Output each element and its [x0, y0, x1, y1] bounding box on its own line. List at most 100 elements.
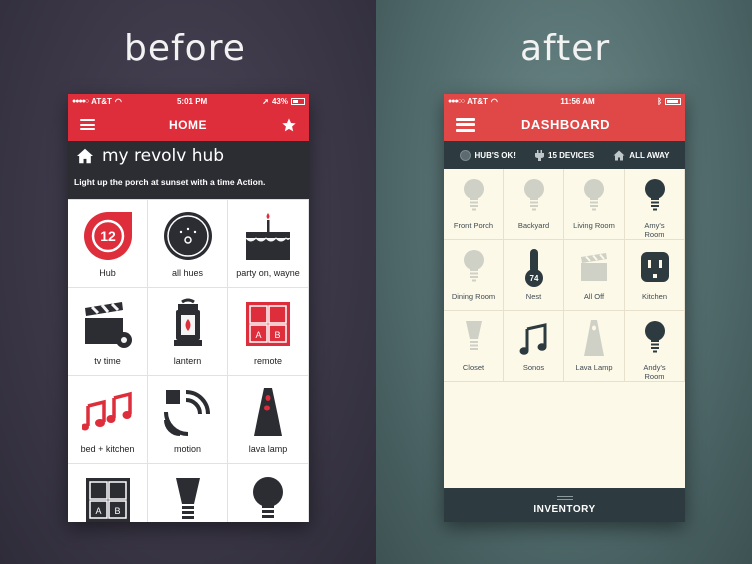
device-tile[interactable]: Kitchen: [625, 240, 685, 311]
bulb-icon: [463, 179, 484, 211]
grid-item-remote-2[interactable]: AB: [68, 464, 148, 522]
cake-icon: [245, 213, 291, 260]
hub-status-label: HUB'S OK!: [474, 150, 516, 160]
bulb-icon: [584, 179, 604, 211]
menu-button[interactable]: [456, 117, 475, 132]
device-label: Dining Room: [451, 292, 496, 301]
hub-header[interactable]: my revolv hub: [68, 141, 309, 171]
device-tile[interactable]: Andy's Room: [625, 311, 685, 382]
carrier-label: AT&T: [91, 96, 112, 106]
device-tile[interactable]: Closet: [444, 311, 504, 382]
grid-item-bulb[interactable]: [228, 464, 309, 522]
remote-icon: AB: [85, 478, 130, 522]
led-bulb-icon: [465, 321, 482, 350]
grid-item-remote[interactable]: AB remote: [228, 288, 309, 376]
grid-item-label: party on, wayne: [236, 268, 300, 278]
grid-item-lantern[interactable]: lantern: [148, 288, 228, 376]
wifi-icon: ◠: [490, 96, 498, 106]
before-heading: before: [124, 28, 246, 69]
device-tile[interactable]: Backyard: [504, 169, 564, 240]
clock-label: 11:56 AM: [560, 96, 595, 106]
remote-letter-a: A: [95, 506, 101, 516]
grid-item-bed-kitchen[interactable]: bed + kitchen: [68, 376, 148, 464]
device-tile[interactable]: Front Porch: [444, 169, 504, 240]
thermometer-icon: 74: [524, 249, 543, 287]
device-tile[interactable]: Dining Room: [444, 240, 504, 311]
music-notes-icon: [81, 391, 132, 431]
grid-item-lava-lamp[interactable]: lava lamp: [228, 376, 309, 464]
lava-lamp-icon: [254, 388, 282, 436]
after-heading: after: [520, 28, 611, 69]
grid-item-tv-time[interactable]: tv time: [68, 288, 148, 376]
page-title: DASHBOARD: [521, 117, 610, 132]
away-status[interactable]: ALL AWAY: [613, 150, 669, 161]
bulb-icon: [644, 321, 665, 353]
before-phone-screen: ●●●●○ AT&T ◠ 5:01 PM ➚ 43% HOME my revolv h…: [68, 94, 309, 522]
lantern-icon: [173, 298, 202, 346]
device-tile[interactable]: All Off: [564, 240, 625, 311]
device-label: Kitchen: [641, 292, 668, 301]
location-icon: ➚: [262, 96, 269, 106]
grid-item-label: bed + kitchen: [80, 444, 135, 454]
clock-label: 5:01 PM: [176, 96, 208, 106]
device-grid: 12 Hub all hues party on, wayne tv time …: [68, 199, 309, 522]
signal-icon: ●●●○○: [448, 97, 465, 105]
hub-badge-count: 12: [100, 228, 116, 244]
grid-item-label: all hues: [171, 268, 204, 278]
menu-button[interactable]: [80, 119, 95, 130]
devices-count[interactable]: 15 DEVICES: [535, 149, 594, 161]
remote-letter-b: B: [274, 330, 280, 340]
clapperboard-gear-icon: [84, 302, 132, 348]
hub-status[interactable]: HUB'S OK!: [459, 149, 516, 161]
inventory-label: INVENTORY: [533, 503, 596, 515]
remote-letter-b: B: [114, 506, 120, 516]
lava-lamp-icon: [584, 320, 604, 356]
status-bar: ●●●○○ AT&T ◠ 11:56 AM ᛒ: [444, 94, 685, 108]
grid-item-label: Hub: [99, 268, 116, 278]
grid-item-all-hues[interactable]: all hues: [148, 200, 228, 288]
navigation-bar: DASHBOARD: [444, 108, 685, 141]
bulb-icon: [523, 179, 544, 211]
inventory-drawer[interactable]: INVENTORY: [444, 488, 685, 522]
grid-item-label: tv time: [94, 356, 121, 366]
signal-icon: ●●●●○: [72, 97, 89, 105]
remote-letter-a: A: [255, 330, 261, 340]
grid-item-motion[interactable]: motion: [148, 376, 228, 464]
nest-temperature: 74: [529, 274, 538, 283]
hue-bridge-icon: [163, 212, 212, 260]
page-title: HOME: [169, 117, 207, 132]
bulb-icon: [463, 250, 484, 282]
device-tile[interactable]: Living Room: [564, 169, 625, 240]
grid-item-hub[interactable]: 12 Hub: [68, 200, 148, 288]
bulb-icon: [644, 179, 665, 211]
drag-handle-icon[interactable]: [556, 495, 573, 500]
device-label: Nest: [525, 292, 542, 301]
grid-item-party[interactable]: party on, wayne: [228, 200, 309, 288]
device-tile[interactable]: Amy's Room: [625, 169, 685, 240]
after-phone-screen: ●●●○○ AT&T ◠ 11:56 AM ᛒ DASHBOARD HUB'S OK…: [444, 94, 685, 522]
device-tile[interactable]: 74 Nest: [504, 240, 564, 311]
grid-item-label: lantern: [173, 356, 202, 366]
device-tile[interactable]: Lava Lamp: [564, 311, 625, 382]
grid-item-label: motion: [173, 444, 201, 454]
device-label: All Off: [583, 292, 605, 301]
device-tile[interactable]: Sonos: [504, 311, 564, 382]
device-label: Backyard: [517, 221, 550, 230]
star-icon[interactable]: [281, 117, 297, 133]
clapperboard-icon: [581, 253, 607, 281]
device-label: Front Porch: [453, 221, 494, 230]
device-label: Andy's Room: [643, 363, 666, 381]
hub-title: my revolv hub: [102, 146, 225, 166]
grid-item-led-bulb[interactable]: [148, 464, 228, 522]
remote-icon: AB: [246, 302, 290, 346]
grid-item-label: remote: [253, 356, 282, 366]
home-icon: [77, 148, 93, 164]
plug-icon: [535, 149, 545, 161]
home-icon: [613, 150, 625, 160]
device-label: Amy's Room: [644, 221, 665, 239]
motion-icon: [163, 390, 210, 436]
hub-status-icon: [459, 149, 471, 161]
grid-item-label: lava lamp: [248, 444, 288, 454]
navigation-bar: HOME: [68, 108, 309, 141]
away-label: ALL AWAY: [629, 150, 670, 160]
